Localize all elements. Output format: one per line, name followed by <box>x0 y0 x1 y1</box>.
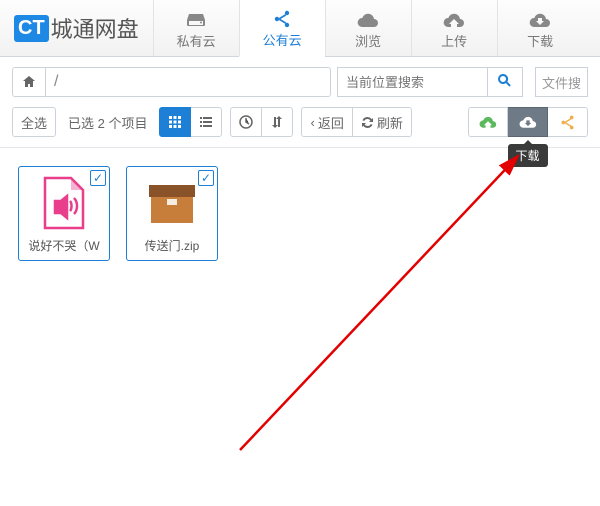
file-item[interactable]: ✓ 说好不哭（W <box>18 166 110 261</box>
file-action-group: 下载 <box>468 107 588 137</box>
file-checkbox[interactable]: ✓ <box>90 170 106 186</box>
app-logo: CT 城通网盘 <box>0 0 153 56</box>
sort-order-button[interactable] <box>262 107 293 137</box>
breadcrumb: / <box>12 67 331 97</box>
app-header: CT 城通网盘 私有云 公有云 浏览 上传 <box>0 0 600 57</box>
refresh-button[interactable]: 刷新 <box>353 107 412 137</box>
select-all-button[interactable]: 全选 <box>12 107 56 137</box>
search-icon <box>497 73 512 88</box>
refresh-label: 刷新 <box>377 113 403 132</box>
clock-icon <box>239 115 253 129</box>
cloud-upload-icon <box>443 9 465 31</box>
tab-label: 私有云 <box>177 31 216 50</box>
breadcrumb-path[interactable]: / <box>46 67 331 97</box>
action-bar: 全选 已选 2 个项目 ‹ 返回 刷新 下载 <box>0 101 600 148</box>
nav-group: ‹ 返回 刷新 <box>301 107 411 137</box>
home-icon <box>22 75 36 89</box>
chevron-left-icon: ‹ <box>310 115 314 130</box>
download-action-button[interactable]: 下载 <box>508 107 548 137</box>
selection-info: 已选 2 个项目 <box>64 113 151 132</box>
download-tooltip: 下载 <box>507 144 547 167</box>
main-tabs: 私有云 公有云 浏览 上传 下载 <box>153 0 600 56</box>
cloud-download-icon <box>519 115 537 129</box>
grid-icon <box>168 115 182 129</box>
upload-action-button[interactable] <box>468 107 508 137</box>
file-item[interactable]: ✓ 传送门.zip <box>126 166 218 261</box>
home-button[interactable] <box>12 67 46 97</box>
view-toggle <box>159 107 222 137</box>
back-button[interactable]: ‹ 返回 <box>301 107 352 137</box>
search <box>337 67 523 97</box>
tab-label: 上传 <box>441 31 467 50</box>
logo-badge: CT <box>14 15 49 42</box>
tab-download[interactable]: 下载 <box>497 0 583 56</box>
file-grid: ✓ 说好不哭（W ✓ 传送门.zip <box>0 148 600 279</box>
refresh-icon <box>361 116 374 129</box>
tab-upload[interactable]: 上传 <box>411 0 497 56</box>
file-name: 说好不哭（W <box>25 237 103 254</box>
archive-file-icon <box>147 175 197 231</box>
tab-public-cloud[interactable]: 公有云 <box>239 0 325 57</box>
list-icon <box>199 115 213 129</box>
cloud-download-icon <box>529 9 551 31</box>
tab-label: 浏览 <box>355 31 381 50</box>
cloud-icon <box>357 9 379 31</box>
share-icon <box>273 8 291 30</box>
share-action-button[interactable] <box>548 107 588 137</box>
back-label: 返回 <box>318 113 344 132</box>
search-button[interactable] <box>487 67 523 97</box>
file-name: 传送门.zip <box>133 237 211 254</box>
tab-private-cloud[interactable]: 私有云 <box>153 0 239 56</box>
grid-view-button[interactable] <box>159 107 191 137</box>
breadcrumb-bar: / 文件搜 <box>0 57 600 101</box>
logo-text: 城通网盘 <box>51 12 139 44</box>
sort-icon <box>270 115 284 129</box>
sort-time-button[interactable] <box>230 107 262 137</box>
tab-browse[interactable]: 浏览 <box>325 0 411 56</box>
file-checkbox[interactable]: ✓ <box>198 170 214 186</box>
tab-label: 下载 <box>527 31 553 50</box>
list-view-button[interactable] <box>191 107 222 137</box>
sort-group <box>230 107 293 137</box>
search-input[interactable] <box>337 67 487 97</box>
hdd-icon <box>186 9 206 31</box>
audio-file-icon <box>39 175 89 231</box>
tab-label: 公有云 <box>263 30 302 49</box>
cloud-upload-icon <box>479 115 497 129</box>
file-filter[interactable]: 文件搜 <box>535 67 588 97</box>
share-icon <box>560 115 575 130</box>
